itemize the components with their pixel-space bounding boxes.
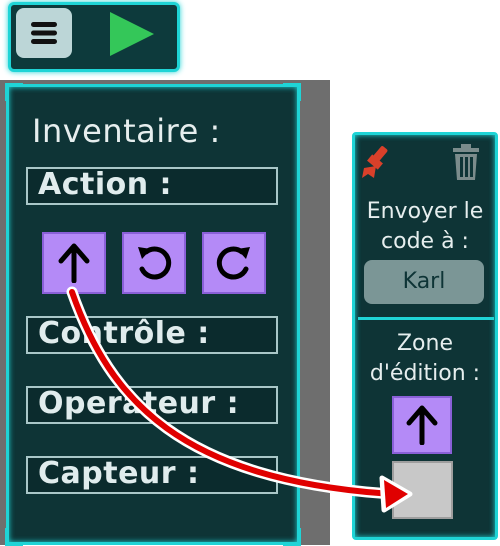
block-move-forward[interactable] [42, 232, 106, 294]
menu-button[interactable] [16, 8, 72, 58]
trash-icon[interactable] [450, 144, 482, 182]
edit-zone-label-2: d'édition : [369, 361, 481, 386]
rotate-left-icon [138, 246, 172, 280]
placed-block-move-forward[interactable] [392, 396, 452, 454]
section-capteur[interactable]: Capteur : [26, 456, 278, 494]
rotate-right-icon [216, 246, 250, 280]
drop-slot[interactable] [392, 461, 453, 519]
edit-zone-label-1: Zone [396, 331, 453, 356]
arrow-up-icon [58, 243, 90, 283]
arrow-up-icon [406, 405, 438, 445]
hamburger-icon [31, 22, 57, 44]
recipient-field[interactable]: Karl [364, 260, 484, 304]
send-code-label-2: code à : [381, 229, 469, 254]
inventory-title: Inventaire : [32, 112, 221, 150]
section-controle[interactable]: Contrôle : [26, 316, 278, 354]
brush-icon[interactable] [358, 142, 398, 182]
block-rotate-left[interactable] [122, 232, 186, 294]
section-operateur[interactable]: Operateur : [26, 386, 278, 424]
send-code-label-1: Envoyer le [366, 199, 484, 224]
section-action[interactable]: Action : [26, 167, 278, 205]
block-rotate-right[interactable] [202, 232, 266, 294]
play-icon [110, 12, 154, 56]
play-button[interactable] [100, 8, 160, 60]
panel-divider [358, 317, 494, 320]
